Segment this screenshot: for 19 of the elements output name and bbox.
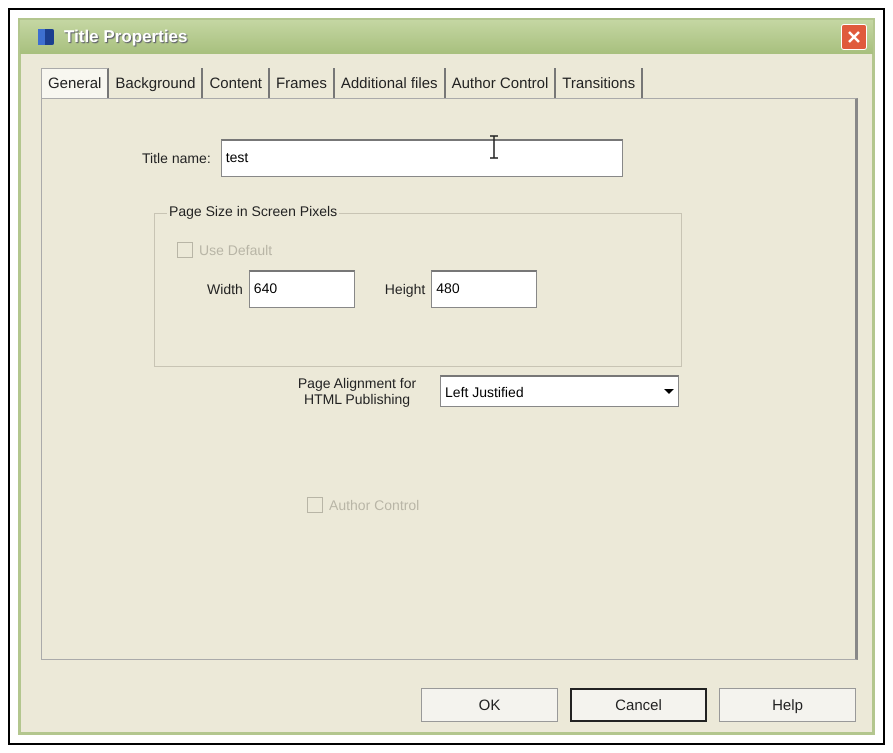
input-field[interactable]: 480 — [431, 270, 538, 308]
dialog-button[interactable]: Cancel — [570, 688, 707, 722]
text-cursor-icon — [488, 135, 500, 159]
group-legend: Page Size in Screen Pixels — [167, 203, 340, 219]
field-label: Page Alignment for HTML Publishing — [296, 375, 418, 407]
field-label: Height — [384, 281, 426, 297]
dropdown-arrow-icon — [664, 389, 674, 394]
tab[interactable]: General — [41, 68, 110, 98]
app-icon — [36, 27, 56, 47]
dialog-button[interactable]: OK — [421, 688, 558, 722]
close-button[interactable] — [841, 24, 867, 50]
field-label: Width — [207, 281, 243, 297]
dropdown[interactable]: Left Justified — [440, 375, 679, 407]
input-field[interactable]: test — [220, 139, 623, 177]
dialog-button[interactable]: Help — [719, 688, 856, 722]
field-label: Title name: — [142, 150, 211, 166]
window-title: Title Properties — [64, 27, 188, 47]
close-icon — [846, 29, 862, 45]
input-field[interactable]: 640 — [248, 270, 355, 308]
